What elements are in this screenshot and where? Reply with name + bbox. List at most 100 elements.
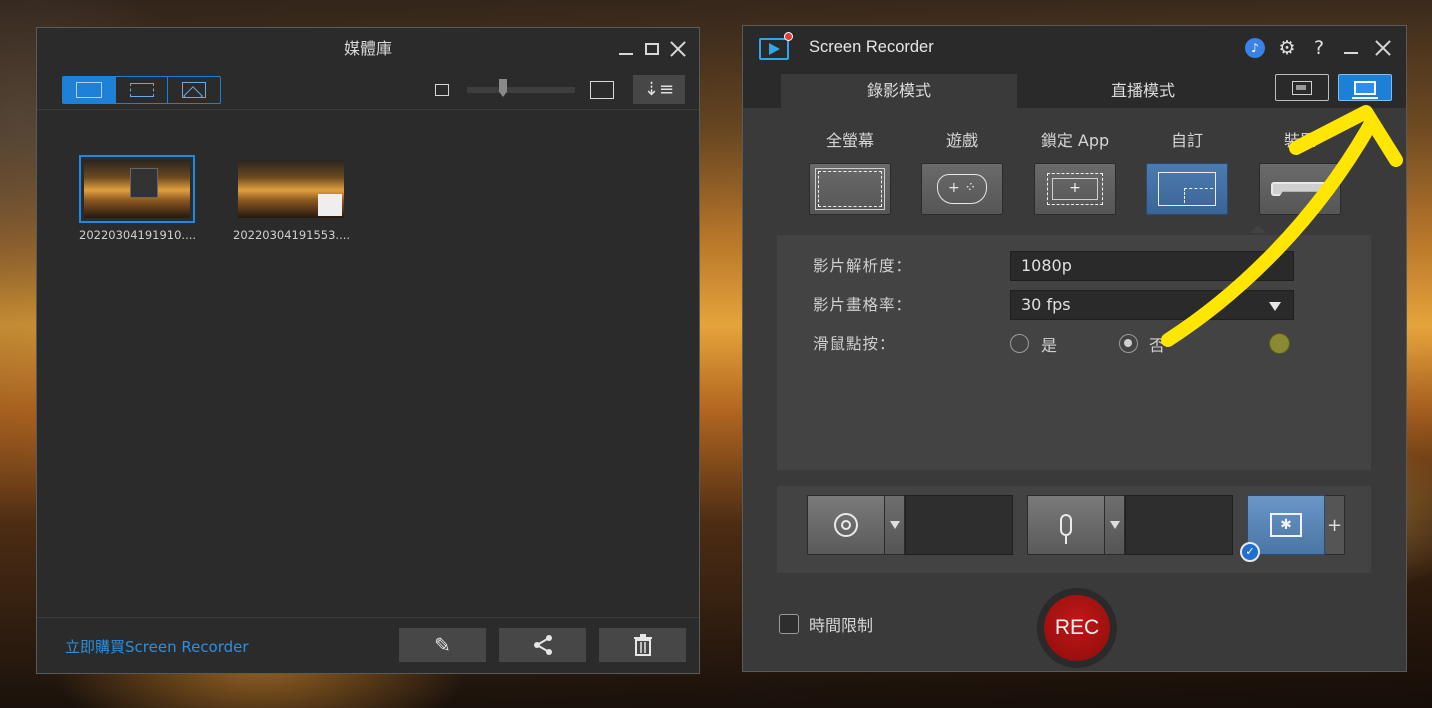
time-limit-option[interactable]: 時間限制 bbox=[779, 612, 873, 636]
help-button[interactable]: ? bbox=[1306, 35, 1332, 61]
time-limit-label: 時間限制 bbox=[809, 616, 874, 635]
view-all-media-button[interactable] bbox=[63, 77, 116, 103]
library-window-controls bbox=[613, 28, 691, 70]
gamepad-icon: + ⁘ bbox=[937, 174, 987, 204]
mode-label: 鎖定 App bbox=[1040, 131, 1110, 150]
notification-button[interactable]: ♪ bbox=[1242, 35, 1268, 61]
maximize-icon bbox=[645, 43, 659, 55]
view-mode-segment bbox=[62, 76, 221, 104]
recorder-title: Screen Recorder bbox=[809, 38, 934, 56]
mode-button[interactable] bbox=[1146, 163, 1228, 215]
mode-game[interactable]: 遊戲 + ⁘ bbox=[921, 130, 1003, 215]
small-thumbnail-icon[interactable] bbox=[435, 84, 449, 96]
delete-button[interactable] bbox=[599, 628, 686, 662]
settings-button[interactable]: ⚙ bbox=[1274, 35, 1300, 61]
image-icon bbox=[182, 82, 207, 98]
webcam-group bbox=[807, 495, 1013, 555]
mode-button[interactable]: + ⁘ bbox=[921, 163, 1003, 215]
all-media-icon bbox=[75, 82, 102, 98]
mode-custom[interactable]: 自訂 bbox=[1146, 130, 1228, 215]
resolution-dropdown[interactable]: 1080p bbox=[1010, 251, 1294, 281]
effects-group: ✱ ✓ + bbox=[1240, 495, 1345, 562]
effects-button[interactable]: ✱ ✓ bbox=[1240, 495, 1325, 562]
mode-button[interactable]: + bbox=[1034, 163, 1116, 215]
resolution-value: 1080p bbox=[1021, 256, 1072, 275]
recorder-window-controls: ♪ ⚙ ? bbox=[1242, 26, 1396, 70]
recorder-title-bar: Screen Recorder ♪ ⚙ ? bbox=[743, 26, 1406, 70]
minimize-icon bbox=[1344, 52, 1358, 54]
bell-icon: ♪ bbox=[1245, 38, 1265, 58]
share-button[interactable] bbox=[499, 628, 586, 662]
pencil-icon: ✎ bbox=[434, 633, 451, 657]
minimize-button[interactable] bbox=[1338, 35, 1364, 61]
microphone-group bbox=[1027, 495, 1233, 555]
mouse-click-no-label: 否 bbox=[1149, 336, 1166, 355]
sort-icon: ⇣≡ bbox=[643, 79, 675, 100]
microphone-icon bbox=[1060, 514, 1072, 544]
media-thumbnail[interactable]: 20220304191553.... bbox=[233, 155, 351, 242]
tab-record-mode[interactable]: 錄影模式 bbox=[781, 74, 1017, 108]
chevron-down-icon bbox=[1109, 521, 1120, 529]
minimize-button[interactable] bbox=[613, 28, 639, 70]
mode-device[interactable]: 裝置 bbox=[1259, 130, 1341, 215]
click-color-swatch[interactable] bbox=[1269, 333, 1290, 354]
framerate-dropdown[interactable]: 30 fps bbox=[1010, 290, 1294, 320]
frame-icon bbox=[1292, 80, 1312, 95]
edit-button[interactable]: ✎ bbox=[399, 628, 486, 662]
record-button[interactable]: REC bbox=[1037, 588, 1117, 668]
sort-button[interactable]: ⇣≡ bbox=[633, 75, 685, 104]
thumbnail-frame bbox=[79, 155, 195, 223]
fullscreen-icon bbox=[815, 168, 885, 210]
large-thumbnail-icon[interactable] bbox=[590, 81, 614, 99]
microphone-button[interactable] bbox=[1027, 495, 1105, 555]
record-label: REC bbox=[1044, 595, 1110, 661]
lock-app-icon: + bbox=[1047, 173, 1103, 205]
checkmark-icon: ✓ bbox=[1240, 542, 1260, 562]
maximize-button[interactable] bbox=[639, 28, 665, 70]
active-mode-caret bbox=[1250, 225, 1266, 233]
mouse-click-yes-radio[interactable] bbox=[1010, 334, 1029, 353]
plus-icon: + bbox=[1326, 514, 1343, 536]
tab-live-mode[interactable]: 直播模式 bbox=[1025, 74, 1261, 108]
mode-button[interactable] bbox=[809, 163, 891, 215]
close-button[interactable] bbox=[1370, 35, 1396, 61]
capture-mode-row: 全螢幕 遊戲 + ⁘ 鎖定 App + 自訂 裝置 bbox=[809, 130, 1349, 233]
close-button[interactable] bbox=[665, 28, 691, 70]
thumbnail-size-slider[interactable] bbox=[467, 79, 575, 97]
buy-now-link[interactable]: 立即購買Screen Recorder bbox=[65, 636, 249, 657]
webcam-preview bbox=[905, 495, 1013, 555]
share-icon bbox=[533, 635, 552, 655]
custom-region-icon bbox=[1158, 172, 1216, 206]
mouse-click-yes-label: 是 bbox=[1041, 336, 1058, 355]
library-footer: 立即購買Screen Recorder ✎ bbox=[37, 617, 699, 673]
mode-lock-app[interactable]: 鎖定 App + bbox=[1034, 130, 1116, 215]
add-effect-button[interactable]: + bbox=[1325, 495, 1345, 555]
close-icon bbox=[1375, 40, 1391, 56]
mode-fullscreen[interactable]: 全螢幕 bbox=[809, 130, 891, 215]
framerate-value: 30 fps bbox=[1021, 295, 1071, 314]
mode-button[interactable] bbox=[1259, 163, 1341, 215]
slider-knob[interactable] bbox=[499, 79, 507, 97]
mode-label: 裝置 bbox=[1283, 131, 1316, 150]
recorder-tab-bar: 錄影模式 直播模式 bbox=[743, 70, 1406, 108]
microphone-dropdown[interactable] bbox=[1105, 495, 1125, 555]
view-video-button[interactable] bbox=[116, 77, 169, 103]
webcam-button[interactable] bbox=[807, 495, 885, 555]
thumbnail-image bbox=[238, 160, 344, 218]
gear-icon: ⚙ bbox=[1278, 37, 1296, 59]
thumbnail-frame bbox=[233, 155, 349, 223]
mouse-click-no-radio[interactable] bbox=[1119, 334, 1138, 353]
time-limit-checkbox[interactable] bbox=[779, 614, 799, 634]
thumbnail-window-overlay bbox=[318, 194, 342, 216]
webcam-dropdown[interactable] bbox=[885, 495, 905, 555]
mode-label: 全螢幕 bbox=[825, 131, 874, 150]
resolution-label: 影片解析度： bbox=[813, 257, 913, 275]
media-thumbnail[interactable]: 20220304191910.... bbox=[79, 155, 196, 242]
thumbnail-image bbox=[84, 160, 190, 218]
thumbnail-filename: 20220304191553.... bbox=[233, 228, 351, 242]
input-devices-panel: ✱ ✓ + bbox=[777, 486, 1371, 573]
effects-icon: ✱ bbox=[1270, 513, 1302, 537]
window-mode-button[interactable] bbox=[1275, 74, 1329, 101]
full-window-mode-button[interactable] bbox=[1338, 74, 1392, 101]
view-image-button[interactable] bbox=[168, 77, 220, 103]
